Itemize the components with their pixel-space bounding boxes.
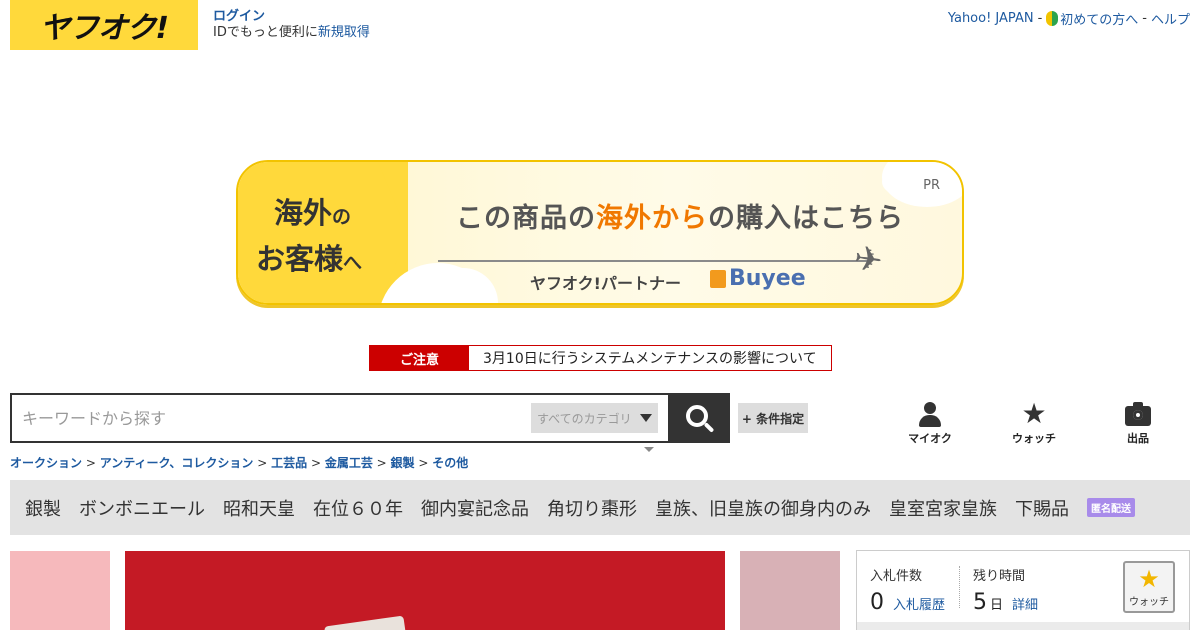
tag-link[interactable]: 在位６０年: [313, 495, 403, 521]
breadcrumb-item[interactable]: その他: [432, 456, 468, 470]
main-product-image[interactable]: [125, 551, 725, 630]
banner-left-line1: 海外の: [274, 196, 352, 230]
search-icon: [686, 405, 708, 427]
breadcrumb-item[interactable]: オークション: [10, 456, 82, 470]
login-sub: IDでもっと便利に新規取得: [213, 25, 370, 41]
camera-icon: [1125, 402, 1151, 426]
breadcrumb-item[interactable]: 工芸品: [271, 456, 307, 470]
tag-bar: 銀製 ボンボニエール 昭和天皇 在位６０年 御内宴記念品 角切り棗形 皇族、旧皇…: [10, 480, 1190, 535]
flight-line: [438, 260, 868, 262]
time-remaining: 5: [973, 590, 987, 615]
beginner-mark-icon: [1046, 11, 1059, 26]
time-label: 残り時間: [973, 569, 1026, 584]
star-icon: ★: [1021, 397, 1047, 430]
watch-list-link[interactable]: ★ ウォッチ: [994, 400, 1074, 446]
tag-link[interactable]: 銀製: [25, 495, 61, 521]
banner-left-line2: お客様へ: [256, 242, 363, 276]
bids-label: 入札件数: [870, 569, 923, 584]
notice-tag: ご注意: [370, 346, 469, 370]
breadcrumb-item[interactable]: 銀製: [391, 456, 415, 470]
pr-label: PR: [923, 178, 940, 193]
quick-link-label: マイオク: [908, 432, 952, 445]
airplane-icon: ✈: [851, 238, 886, 282]
separator: -: [1142, 11, 1147, 26]
bid-history-link[interactable]: 入札履歴: [893, 594, 945, 613]
logo-text: ヤフオク!: [39, 11, 169, 46]
tag-link[interactable]: 角切り棗形: [547, 495, 637, 521]
beginner-link-wrap[interactable]: 初めての方へ: [1046, 9, 1138, 28]
banner-headline: この商品の海外からの購入はこちら: [456, 203, 904, 234]
tag-link[interactable]: 皇族、旧皇族の御身内のみ: [655, 495, 871, 521]
tag-link[interactable]: ボンボニエール: [79, 495, 205, 521]
anonymous-shipping-badge: 匿名配送: [1087, 498, 1135, 517]
bids-count: 0: [870, 590, 884, 615]
category-select[interactable]: すべてのカテゴリ: [531, 403, 658, 433]
quick-link-label: 出品: [1127, 432, 1149, 445]
register-link[interactable]: 新規取得: [318, 25, 370, 40]
sell-link[interactable]: 出品: [1098, 400, 1178, 446]
user-icon: [919, 402, 941, 428]
top-links: Yahoo! JAPAN - 初めての方へ - ヘルプ: [948, 9, 1190, 28]
dropdown-indicator-icon: [644, 447, 654, 452]
my-auction-link[interactable]: マイオク: [890, 400, 970, 446]
search-box: すべてのカテゴリ: [10, 393, 670, 443]
login-sub-text: IDでもっと便利に: [213, 25, 318, 40]
product-object: [323, 615, 407, 630]
auction-info-panel: 入札件数 0 入札履歴 残り時間 5日 詳細 ★ ウォッチ: [856, 550, 1190, 630]
notice-message[interactable]: 3月10日に行うシステムメンテナンスの影響について: [469, 346, 831, 370]
star-icon: ★: [1138, 564, 1160, 593]
tag-link[interactable]: 皇室宮家皇族: [889, 495, 997, 521]
login-link[interactable]: ログイン: [213, 9, 370, 25]
breadcrumb: オークション > アンティーク、コレクション > 工芸品 > 金属工芸 > 銀製…: [10, 456, 469, 470]
bids-column: 入札件数 0 入札履歴: [870, 565, 945, 615]
notice-bar[interactable]: ご注意 3月10日に行うシステムメンテナンスの影響について: [369, 345, 832, 371]
help-link[interactable]: ヘルプ: [1151, 9, 1190, 28]
search-button[interactable]: [668, 393, 730, 443]
watch-button[interactable]: ★ ウォッチ: [1123, 561, 1175, 613]
chevron-down-icon: [640, 414, 652, 422]
yahoo-japan-link[interactable]: Yahoo! JAPAN: [948, 11, 1034, 26]
time-detail-link[interactable]: 詳細: [1012, 594, 1038, 613]
separator: -: [1037, 11, 1043, 26]
condition-button[interactable]: + 条件指定: [738, 403, 808, 433]
next-image-thumbnail[interactable]: [740, 551, 840, 630]
shopping-bag-icon: [710, 269, 726, 288]
category-select-label: すべてのカテゴリ: [537, 411, 632, 426]
buyee-banner[interactable]: 海外の お客様へ この商品の海外からの購入はこちら ✈ PR ヤフオク!パートナ…: [236, 160, 964, 305]
login-area: ログイン IDでもっと便利に新規取得: [213, 9, 370, 41]
quick-link-label: ウォッチ: [1012, 432, 1056, 445]
tag-link[interactable]: 昭和天皇: [223, 495, 295, 521]
tag-link[interactable]: 下賜品: [1015, 495, 1069, 521]
breadcrumb-item[interactable]: 金属工芸: [325, 456, 373, 470]
buyee-logo: Buyee: [710, 266, 806, 291]
prev-image-thumbnail[interactable]: [10, 551, 110, 630]
banner-partner: ヤフオク!パートナー: [530, 274, 681, 293]
tag-link[interactable]: 御内宴記念品: [421, 495, 529, 521]
breadcrumb-item[interactable]: アンティーク、コレクション: [100, 456, 254, 470]
time-column: 残り時間 5日 詳細: [973, 565, 1038, 615]
watch-button-label: ウォッチ: [1129, 596, 1169, 608]
time-unit: 日: [990, 598, 1004, 613]
panel-bottom-bar: [857, 622, 1189, 630]
divider: [959, 566, 960, 608]
search-input[interactable]: [12, 398, 531, 438]
beginner-link[interactable]: 初めての方へ: [1060, 9, 1138, 28]
yahuoku-logo[interactable]: ヤフオク!: [10, 0, 198, 50]
